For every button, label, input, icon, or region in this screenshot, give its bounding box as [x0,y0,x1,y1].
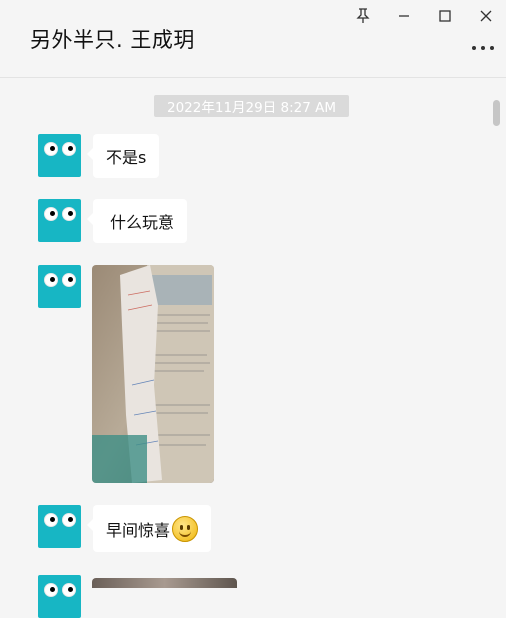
avatar[interactable] [38,265,81,308]
pin-icon[interactable] [348,4,378,28]
chat-header: 另外半只. 王成玥 [0,0,506,78]
avatar[interactable] [38,199,81,242]
photo-thumbnail[interactable] [92,578,237,588]
message-text: 什么玩意 [110,213,175,232]
message-bubble[interactable]: 不是s [86,134,160,178]
chat-title: 另外半只. 王成玥 [30,28,195,52]
maximize-icon[interactable] [430,4,460,28]
close-icon[interactable] [471,4,501,28]
smile-emoji [172,515,199,542]
more-icon[interactable] [472,42,494,54]
message-bubble[interactable]: 早间惊喜 [86,505,212,552]
message-text: 不是s [106,148,147,167]
avatar[interactable] [38,134,81,177]
message-text: 早间惊喜 [106,520,171,540]
photo-thumbnail[interactable] [92,265,214,483]
scrollbar[interactable] [493,100,500,126]
message-bubble[interactable]: 什么玩意 [86,199,188,243]
avatar[interactable] [38,505,81,548]
message-timestamp: 2022年11月29日 8:27 AM [154,95,349,117]
avatar[interactable] [38,575,81,618]
minimize-icon[interactable] [389,4,419,28]
